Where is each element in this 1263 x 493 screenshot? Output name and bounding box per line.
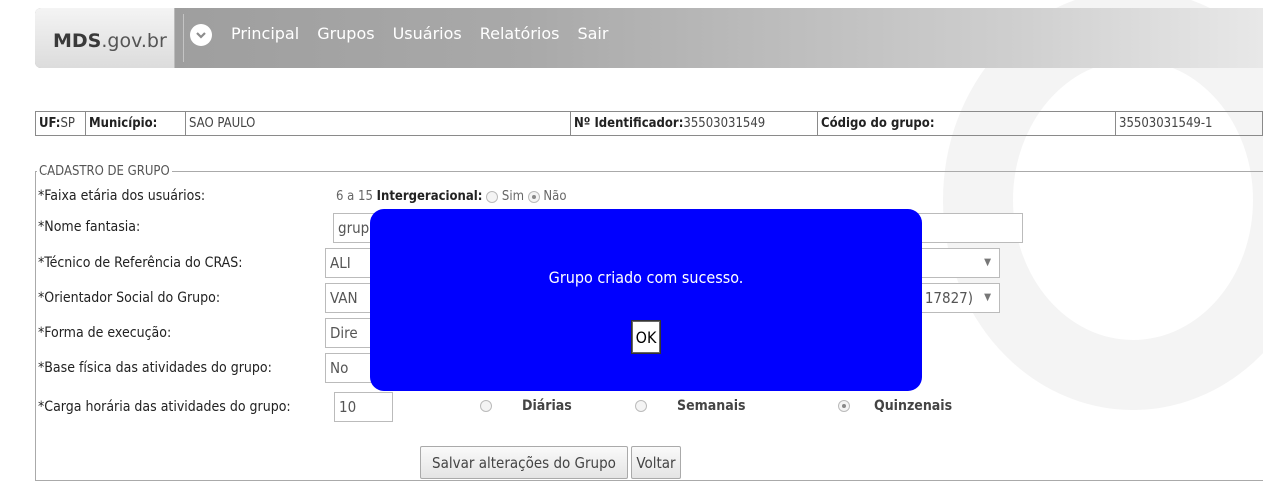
group-info-row: UF: SP Município: SAO PAULO Nº Identifica…	[35, 111, 1263, 136]
orientador-select-suffix: 17827)	[924, 289, 973, 307]
carga-label: *Carga horária das atividades do grupo:	[38, 399, 291, 415]
municipio-value: SAO PAULO	[189, 116, 256, 131]
carga-quinzenais: Quinzenais	[838, 398, 952, 414]
codigo-value-cell: 35503031549-1	[1116, 112, 1262, 135]
codigo-value: 35503031549-1	[1119, 116, 1213, 131]
save-group-button[interactable]: Salvar alterações do Grupo	[420, 446, 628, 479]
nao-label: Não	[543, 189, 567, 204]
carga-semanais: Semanais	[635, 398, 746, 414]
municipio-label: Município:	[89, 116, 158, 131]
codigo-label: Código do grupo:	[821, 116, 935, 131]
tecnico-label: *Técnico de Referência do CRAS:	[38, 255, 243, 271]
semanais-label: Semanais	[677, 398, 746, 414]
radio-diarias[interactable]	[480, 400, 492, 412]
forma-select-value: Dire	[330, 324, 358, 342]
diarias-label: Diárias	[522, 398, 572, 414]
identificador-value: 35503031549	[683, 116, 766, 131]
sim-label: Sim	[501, 189, 524, 204]
nav-item-sair[interactable]: Sair	[577, 24, 608, 43]
carga-diarias: Diárias	[480, 398, 572, 414]
quinzenais-label: Quinzenais	[874, 398, 953, 414]
nav-item-relatorios[interactable]: Relatórios	[480, 24, 560, 43]
top-navbar: MDS.gov.br Principal Grupos Usuários Rel…	[35, 8, 1263, 68]
intergeracional-label: Intergeracional:	[376, 189, 483, 204]
fieldset-legend: CADASTRO DE GRUPO	[37, 164, 172, 179]
radio-semanais[interactable]	[635, 400, 647, 412]
municipio-label-cell: Município:	[86, 112, 186, 135]
nav-item-grupos[interactable]: Grupos	[317, 24, 374, 43]
chevron-down-icon: ▼	[984, 292, 991, 303]
identificador-cell: Nº Identificador: 35503031549	[571, 112, 818, 135]
uf-value: SP	[60, 116, 75, 131]
municipio-value-cell: SAO PAULO	[186, 112, 571, 135]
uf-label: UF:	[39, 116, 61, 131]
radio-nao[interactable]	[527, 190, 540, 203]
radio-quinzenais[interactable]	[838, 400, 850, 412]
success-modal: Grupo criado com sucesso. OK	[370, 209, 922, 391]
logo[interactable]: MDS.gov.br	[35, 8, 175, 68]
tecnico-select-value: ALI	[330, 254, 351, 272]
carga-input-value: 10	[339, 398, 357, 416]
uf-cell: UF: SP	[36, 112, 86, 135]
orientador-select-value: VAN	[330, 289, 358, 307]
identificador-label: Nº Identificador:	[574, 116, 684, 131]
orientador-label: *Orientador Social do Grupo:	[38, 290, 221, 306]
faixa-line: 6 a 15 Intergeracional: Sim Não	[336, 189, 567, 204]
logo-text: MDS.gov.br	[53, 30, 167, 52]
chevron-down-icon: ▼	[984, 257, 991, 268]
nome-input-value: grup	[338, 219, 370, 237]
nav-separator	[183, 14, 184, 62]
nome-label: *Nome fantasia:	[38, 219, 141, 235]
nav-item-principal[interactable]: Principal	[231, 24, 299, 43]
forma-label: *Forma de execução:	[38, 325, 172, 341]
nav-menu: Principal Grupos Usuários Relatórios Sai…	[231, 24, 608, 43]
ok-button[interactable]: OK	[631, 320, 661, 354]
faixa-label: *Faixa etária dos usuários:	[38, 188, 206, 204]
back-button[interactable]: Voltar	[631, 446, 681, 479]
nav-item-usuarios[interactable]: Usuários	[393, 24, 462, 43]
codigo-label-cell: Código do grupo:	[818, 112, 1116, 135]
modal-message: Grupo criado com sucesso.	[548, 268, 744, 287]
faixa-value: 6 a 15	[336, 189, 373, 204]
radio-sim[interactable]	[486, 190, 499, 203]
chevron-down-icon[interactable]	[190, 24, 212, 46]
carga-input[interactable]: 10	[334, 392, 393, 422]
base-label: *Base física das atividades do grupo:	[38, 360, 272, 376]
base-select-value: No	[330, 359, 349, 377]
